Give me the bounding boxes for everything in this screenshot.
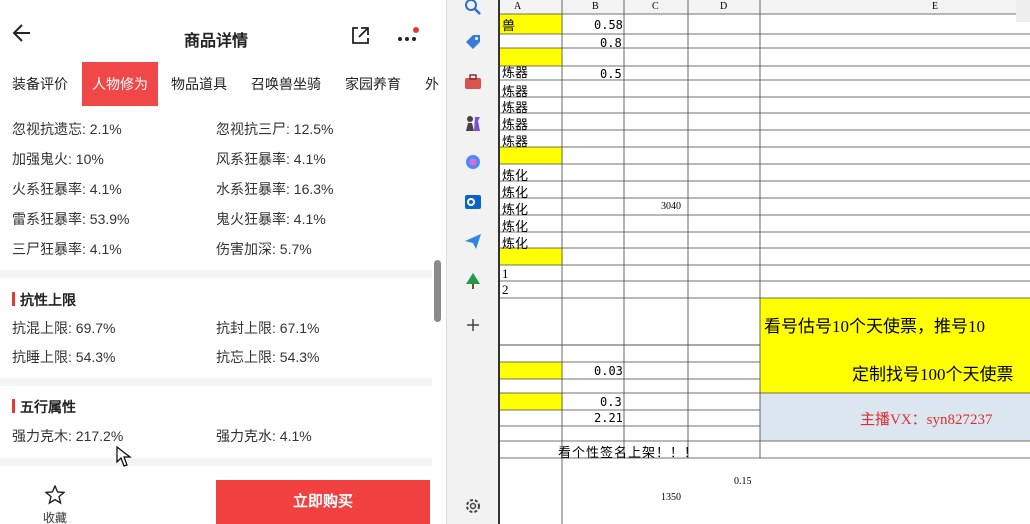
stat-item: 三尸狂暴率: 4.1% [12,241,122,257]
cell-a[interactable]: 2 [502,282,509,298]
stat-item: 鬼火狂暴率: 4.1% [216,211,326,227]
category-tabs: 装备评价 人物修为 物品道具 召唤兽坐骑 家园养育 外 [0,62,440,106]
cell-b[interactable]: 0.5 [600,67,622,81]
custom-cell[interactable]: 定制找号100个天使票 [852,360,1030,385]
tab-more-partial[interactable]: 外 [415,62,440,106]
column-header-d[interactable]: D [720,1,727,12]
banner-cell[interactable]: 看号估号10个天使票，推号10 [764,312,1030,337]
send-icon[interactable] [464,232,482,250]
bottom-action-bar: 收藏 立即购买 [0,480,440,524]
cell-c[interactable]: 3040 [661,201,681,212]
stat-item: 抗睡上限: 54.3% [12,349,116,365]
column-header-c[interactable]: C [652,1,659,12]
signature-cell[interactable]: 看个性签名上架！！！ [558,442,698,461]
stat-item: 火系狂暴率: 4.1% [12,181,122,197]
spreadsheet[interactable]: A B C D E 兽 炼器 炼器 炼器 炼器 炼器 炼化 炼化 炼化 炼化 炼… [498,0,1030,524]
tab-home[interactable]: 家园养育 [335,62,411,106]
tab-items[interactable]: 物品道具 [161,62,237,106]
cell-a[interactable]: 炼器 [502,131,528,150]
stat-item: 雷系狂暴率: 53.9% [12,211,130,227]
tree-icon[interactable] [464,272,482,290]
stat-item: 风系狂暴率: 4.1% [216,151,326,167]
add-icon[interactable] [464,316,482,334]
stat-item: 伤害加深: 5.7% [216,241,312,257]
cell-a[interactable]: 炼化 [502,233,528,252]
favorite-label: 收藏 [42,511,67,524]
tab-character-cultivation[interactable]: 人物修为 [82,62,158,106]
stat-item: 加强鬼火: 10% [12,151,104,167]
mouse-cursor-icon [116,446,132,467]
share-icon[interactable] [349,25,371,47]
stat-item: 抗封上限: 67.1% [216,320,320,336]
star-icon [45,485,65,505]
cell-c[interactable]: 1350 [661,492,681,503]
tab-equipment-review[interactable]: 装备评价 [2,62,78,106]
top-bar: 商品详情 [0,6,440,56]
cell-b[interactable]: 0.8 [600,36,622,50]
stat-item: 强力克水: 4.1% [216,428,312,444]
outlook-icon[interactable] [464,193,482,211]
column-header-a[interactable]: A [514,1,521,12]
section-title-elements: 五行属性 [12,397,76,417]
briefcase-icon[interactable] [464,73,482,91]
cell-a[interactable]: 兽 [502,15,515,34]
copilot-icon[interactable] [464,153,482,171]
stat-item: 忽视抗三尸: 12.5% [216,121,334,137]
settings-icon[interactable] [464,497,482,515]
stat-item: 强力克木: 217.2% [12,428,124,444]
cell-b[interactable]: 0.58 [594,18,623,32]
chess-icon[interactable] [464,114,482,132]
section-divider [0,270,432,278]
cell-a[interactable]: 炼器 [502,64,528,81]
tag-icon[interactable] [464,33,482,51]
section-divider [0,458,432,466]
column-header-b[interactable]: B [592,1,599,12]
favorite-button[interactable]: 收藏 [30,480,80,524]
section-title-resist: 抗性上限 [12,290,76,310]
search-icon[interactable] [464,0,482,18]
cell-b[interactable]: 0.03 [594,364,623,378]
column-header-e[interactable]: E [932,1,938,12]
stat-item: 抗混上限: 69.7% [12,320,116,336]
stat-item: 忽视抗遗忘: 2.1% [12,121,122,137]
buy-now-button[interactable]: 立即购买 [216,480,430,524]
cell-b[interactable]: 0.3 [600,395,622,409]
browser-sidebar [446,0,499,524]
product-detail-panel: 商品详情 装备评价 人物修为 物品道具 召唤兽坐骑 家园养育 外 忽视抗遗忘: … [0,0,446,524]
cell-b[interactable]: 2.21 [594,411,623,425]
stat-item: 抗忘上限: 54.3% [216,349,320,365]
section-divider [0,378,432,386]
cell-a[interactable]: 1 [502,266,509,282]
stats-content: 忽视抗遗忘: 2.1% 忽视抗三尸: 12.5% 加强鬼火: 10% 风系狂暴率… [0,106,432,486]
tab-summon-mount[interactable]: 召唤兽坐骑 [241,62,331,106]
cell-d[interactable]: 0.15 [734,476,752,487]
contact-cell[interactable]: 主播VX：syn827237 [860,408,993,429]
sheet-logo-area [1016,0,1030,22]
stat-item: 水系狂暴率: 16.3% [216,181,334,197]
more-options-icon[interactable] [396,26,420,48]
scrollbar-thumb[interactable] [434,260,441,322]
